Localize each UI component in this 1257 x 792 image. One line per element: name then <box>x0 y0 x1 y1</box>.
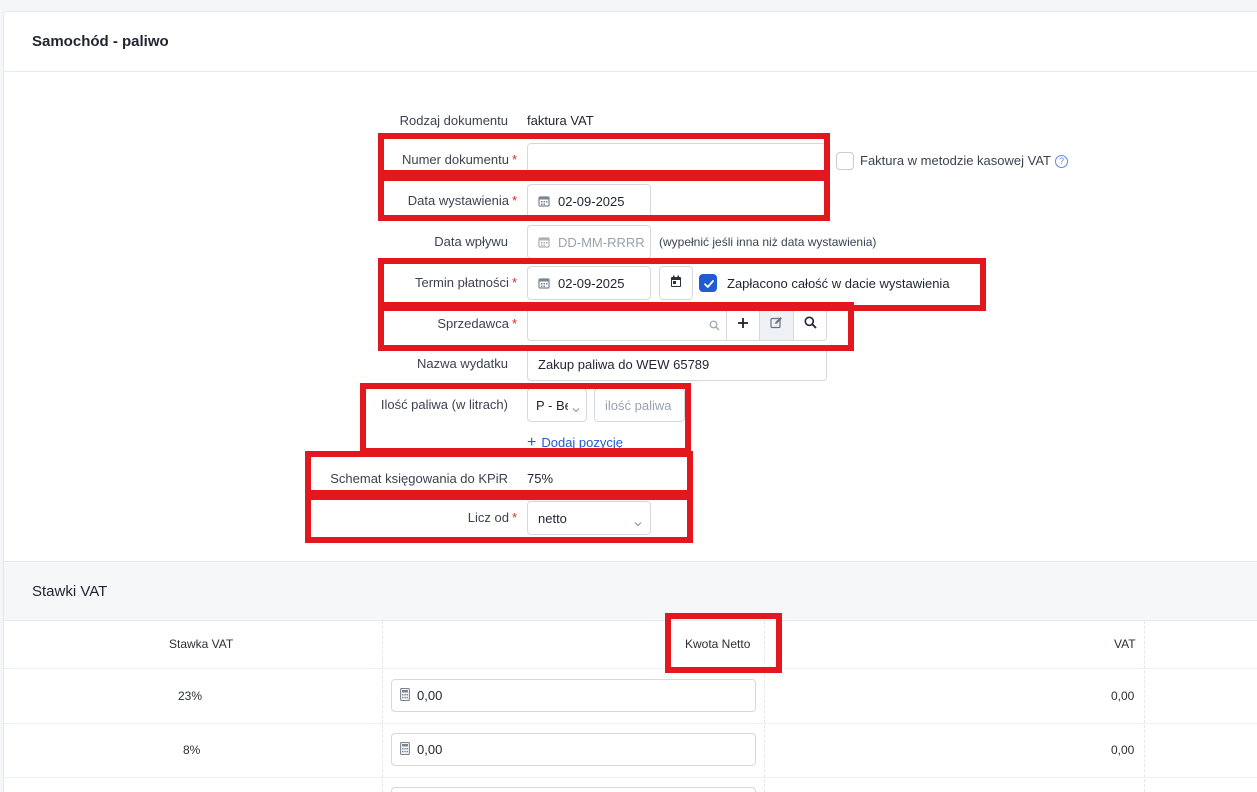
page-title: Samochód - paliwo <box>32 33 169 50</box>
row-divider <box>4 668 1257 669</box>
doc-type-value: faktura VAT <box>527 113 594 128</box>
row-vat: 0,00 <box>1111 743 1135 757</box>
calc-from-label-text: Licz od <box>467 510 509 525</box>
required-mark: * <box>511 193 517 208</box>
receipt-date-placeholder: DD-MM-RRRR <box>558 234 645 250</box>
doc-type-label-text: Rodzaj dokumentu <box>399 113 508 128</box>
column-header-vat: VAT <box>1114 637 1136 651</box>
plus-icon <box>737 317 749 332</box>
add-position-label: Dodaj pozycję <box>541 435 623 450</box>
seller-input[interactable] <box>527 307 727 341</box>
issue-date-input[interactable]: 02-09-2025 <box>527 184 651 218</box>
check-icon <box>704 280 714 288</box>
paid-checkbox[interactable] <box>699 274 717 292</box>
row-rate: 23% <box>178 689 203 703</box>
calendar-icon <box>538 277 550 289</box>
required-mark: * <box>511 316 517 331</box>
calendar-today-icon <box>670 275 682 291</box>
net-amount-input[interactable] <box>391 787 756 792</box>
receipt-date-hint: (wypełnić jeśli inna niż data wystawieni… <box>659 235 877 249</box>
cash-vat-checkbox[interactable] <box>836 152 854 170</box>
doc-number-label: Numer dokumentu * <box>402 152 517 167</box>
edit-icon <box>770 316 783 332</box>
net-amount-input[interactable]: 0,00 <box>391 733 756 766</box>
due-date-value: 02-09-2025 <box>558 275 625 291</box>
issue-date-label-text: Data wystawienia <box>407 193 509 208</box>
expense-name-input[interactable]: Zakup paliwa do WEW 65789 <box>527 347 827 381</box>
fuel-type-value: P - Be <box>536 397 568 413</box>
required-mark: * <box>511 510 517 525</box>
calculator-icon <box>400 687 410 704</box>
calc-from-select[interactable]: netto <box>527 501 651 535</box>
card-header: Samochód - paliwo <box>4 12 1257 72</box>
calendar-icon <box>538 236 550 248</box>
issue-date-label: Data wystawienia * <box>408 193 517 208</box>
seller-label: Sprzedawca * <box>437 316 517 331</box>
calc-from-label: Licz od * <box>468 510 517 525</box>
form-card: Samochód - paliwo Rodzaj dokumentu faktu… <box>3 11 1257 792</box>
net-amount-value: 0,00 <box>417 742 443 757</box>
row-rate: 8% <box>183 743 201 757</box>
due-date-label: Termin płatności * <box>415 275 517 290</box>
expense-name-label: Nazwa wydatku <box>416 356 508 371</box>
net-amount-input[interactable]: 0,00 <box>391 679 756 712</box>
column-divider <box>764 621 765 792</box>
chevron-down-icon <box>572 401 580 416</box>
column-divider <box>382 621 383 792</box>
search-icon <box>804 316 817 332</box>
column-divider <box>1144 621 1145 792</box>
row-divider <box>4 777 1257 778</box>
cash-vat-label-text: Faktura w metodzie kasowej VAT <box>860 153 1051 168</box>
column-header-rate: Stawka VAT <box>169 637 234 651</box>
add-position-link[interactable]: + Dodaj pozycję <box>527 434 623 452</box>
issue-date-value: 02-09-2025 <box>558 193 625 209</box>
calendar-today-button[interactable] <box>659 266 693 300</box>
calculator-icon <box>400 741 410 758</box>
help-icon[interactable]: ? <box>1054 155 1068 169</box>
paid-label: Zapłacono całość w dacie wystawienia <box>727 276 950 291</box>
fuel-qty-label: Ilość paliwa (w litrach) <box>380 397 508 412</box>
due-date-label-text: Termin płatności <box>415 275 509 290</box>
cash-vat-label: Faktura w metodzie kasowej VAT? <box>860 153 1068 169</box>
column-header-net: Kwota Netto <box>685 637 751 651</box>
vat-section-header: Stawki VAT <box>4 561 1257 621</box>
doc-number-label-text: Numer dokumentu <box>401 152 509 167</box>
edit-seller-button[interactable] <box>759 307 794 341</box>
row-vat: 0,00 <box>1111 689 1135 703</box>
fuel-type-select[interactable]: P - Be <box>527 388 587 422</box>
search-icon <box>709 319 720 334</box>
row-divider <box>4 723 1257 724</box>
required-mark: * <box>511 152 517 167</box>
due-date-input[interactable]: 02-09-2025 <box>527 266 651 300</box>
required-mark: * <box>511 275 517 290</box>
plus-icon: + <box>527 434 537 451</box>
receipt-date-label: Data wpływu <box>434 234 508 249</box>
receipt-date-input[interactable]: DD-MM-RRRR <box>527 225 651 259</box>
fuel-qty-input[interactable]: ilość paliwa <box>594 388 685 422</box>
kpir-value: 75% <box>527 471 554 486</box>
calc-from-value: netto <box>538 510 567 526</box>
chevron-down-icon <box>634 515 642 530</box>
kpir-label: Schemat księgowania do KPiR <box>330 471 508 486</box>
fuel-qty-placeholder: ilość paliwa <box>605 397 672 413</box>
calendar-icon <box>538 195 550 207</box>
search-seller-button[interactable] <box>793 307 827 341</box>
net-amount-value: 0,00 <box>417 688 443 703</box>
vat-section-title: Stawki VAT <box>32 583 108 600</box>
seller-label-text: Sprzedawca <box>437 316 509 331</box>
doc-type-label: Rodzaj dokumentu <box>400 113 508 128</box>
add-seller-button[interactable] <box>726 307 760 341</box>
doc-number-input[interactable] <box>527 143 827 177</box>
